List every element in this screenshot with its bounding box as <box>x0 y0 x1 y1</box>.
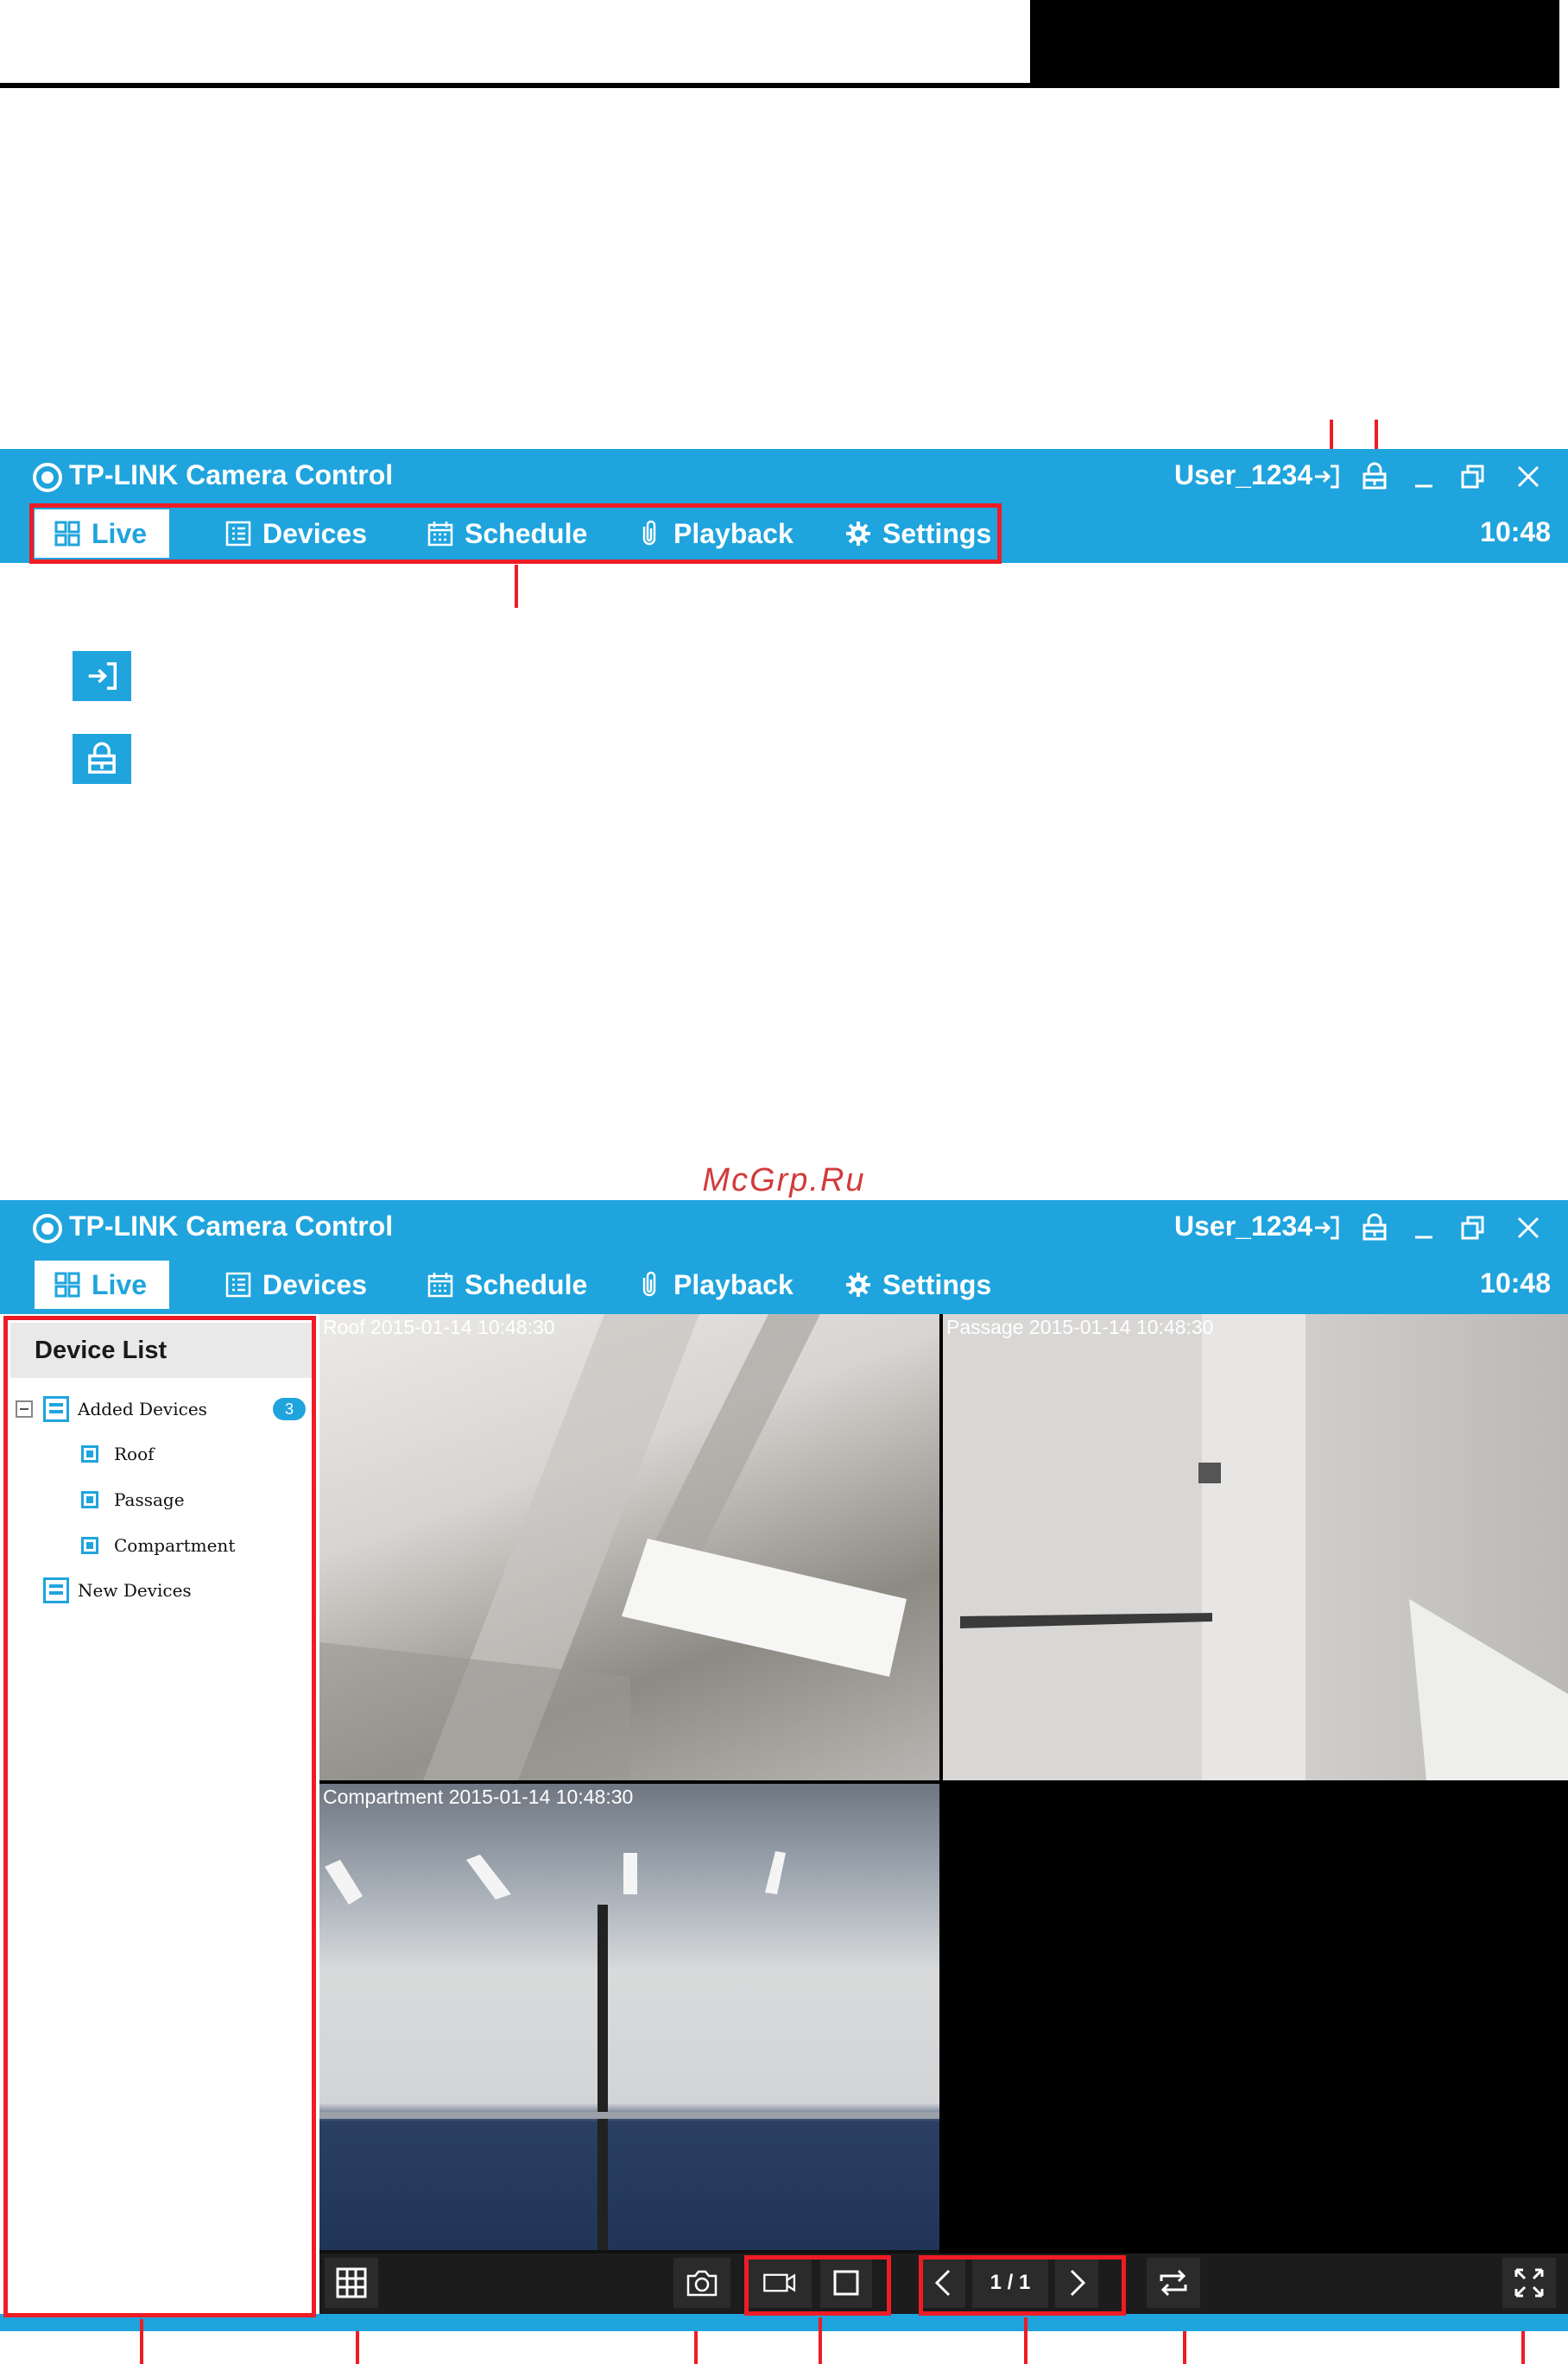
camera-name: Passage <box>946 1316 1024 1338</box>
callout-line-snapshot <box>694 2331 698 2364</box>
callout-line-layout <box>356 2331 359 2364</box>
username: User_1234 <box>1174 1210 1313 1242</box>
tabs-highlight-box <box>29 503 1002 564</box>
lock-icon[interactable] <box>1357 1210 1392 1245</box>
main-nav: Live Devices Schedule Playback Settings … <box>0 1254 1568 1314</box>
snapshot-camera-icon[interactable] <box>673 2258 730 2308</box>
header-rule <box>0 83 1030 88</box>
username: User_1234 <box>1174 459 1313 490</box>
logout-icon[interactable] <box>1309 459 1344 494</box>
camera-timestamp: 2015-01-14 10:48:30 <box>1028 1316 1214 1338</box>
passage-scene <box>943 1314 1568 1780</box>
tab-live-label: Live <box>92 1268 148 1300</box>
restore-icon[interactable] <box>1456 459 1490 494</box>
close-icon[interactable] <box>1511 1210 1546 1245</box>
title-bar: TP-LINK Camera Control User_1234 <box>0 449 1568 503</box>
tab-playback[interactable]: Playback <box>635 1261 793 1309</box>
callout-line-tabs <box>515 565 518 608</box>
watermark: McGrp.Ru <box>702 1162 866 1198</box>
device-list-highlight-box <box>3 1316 316 2317</box>
camera-view-compartment[interactable]: Compartment 2015-01-14 10:48:30 <box>319 1784 939 2253</box>
camera-name: Compartment <box>323 1786 444 1808</box>
callout-line-fullscreen <box>1521 2331 1525 2364</box>
tab-schedule[interactable]: Schedule <box>427 1261 587 1309</box>
callout-line-device-list <box>140 2319 143 2364</box>
camera-name: Roof <box>323 1316 365 1338</box>
camera-overlay-label: Compartment 2015-01-14 10:48:30 <box>323 1786 633 1809</box>
lock-legend-icon <box>73 734 131 784</box>
close-icon[interactable] <box>1511 459 1546 494</box>
tab-schedule-label: Schedule <box>465 1268 588 1300</box>
clip-icon <box>642 1271 656 1297</box>
tplink-logo-icon <box>33 463 62 492</box>
tab-live[interactable]: Live <box>35 1261 170 1309</box>
callout-line-record <box>819 2317 822 2364</box>
layout-grid-icon[interactable] <box>325 2258 378 2308</box>
logout-icon[interactable] <box>1309 1210 1344 1245</box>
callout-line-logout <box>1330 420 1333 451</box>
tab-settings-label: Settings <box>882 1268 992 1300</box>
tplink-logo-icon <box>33 1214 62 1243</box>
page-controls-highlight-box <box>919 2255 1126 2316</box>
record-controls-highlight-box <box>744 2255 891 2316</box>
camera-overlay-label: Roof 2015-01-14 10:48:30 <box>323 1316 555 1339</box>
tab-playback-label: Playback <box>673 1268 793 1300</box>
clock: 10:48 <box>1480 516 1551 547</box>
tab-settings[interactable]: Settings <box>844 1261 991 1309</box>
minimize-icon[interactable] <box>1407 1210 1442 1245</box>
live-view-grid: Roof 2015-01-14 10:48:30 Passage 2015-01… <box>319 1314 1568 2253</box>
logout-legend-icon <box>73 651 131 701</box>
cycle-icon[interactable] <box>1147 2258 1200 2308</box>
camera-view-roof[interactable]: Roof 2015-01-14 10:48:30 <box>319 1314 939 1780</box>
clock: 10:48 <box>1480 1267 1551 1299</box>
restore-icon[interactable] <box>1456 1210 1490 1245</box>
camera-timestamp: 2015-01-14 10:48:30 <box>448 1786 634 1808</box>
camera-timestamp: 2015-01-14 10:48:30 <box>370 1316 555 1338</box>
title-bar: TP-LINK Camera Control User_1234 <box>0 1200 1568 1254</box>
lock-icon[interactable] <box>1357 459 1392 494</box>
roof-scene <box>319 1314 907 1780</box>
tab-devices[interactable]: Devices <box>224 1261 367 1309</box>
camera-view-empty[interactable] <box>943 1784 1568 2253</box>
camera-view-passage[interactable]: Passage 2015-01-14 10:48:30 <box>943 1314 1568 1780</box>
callout-line-cycle <box>1183 2331 1186 2364</box>
header-black-box <box>1030 0 1559 88</box>
callout-line-lock <box>1375 420 1378 451</box>
callout-line-page <box>1024 2317 1027 2364</box>
app-title: TP-LINK Camera Control <box>69 1210 394 1242</box>
compartment-scene <box>319 1851 939 2253</box>
gear-icon <box>846 1273 870 1297</box>
grid-icon <box>54 1272 80 1298</box>
minimize-icon[interactable] <box>1407 459 1442 494</box>
tab-devices-label: Devices <box>262 1268 367 1300</box>
app-title: TP-LINK Camera Control <box>69 459 394 490</box>
list-icon <box>225 1272 251 1298</box>
calendar-icon <box>427 1273 453 1298</box>
camera-overlay-label: Passage 2015-01-14 10:48:30 <box>946 1316 1213 1339</box>
fullscreen-icon[interactable] <box>1502 2258 1556 2308</box>
